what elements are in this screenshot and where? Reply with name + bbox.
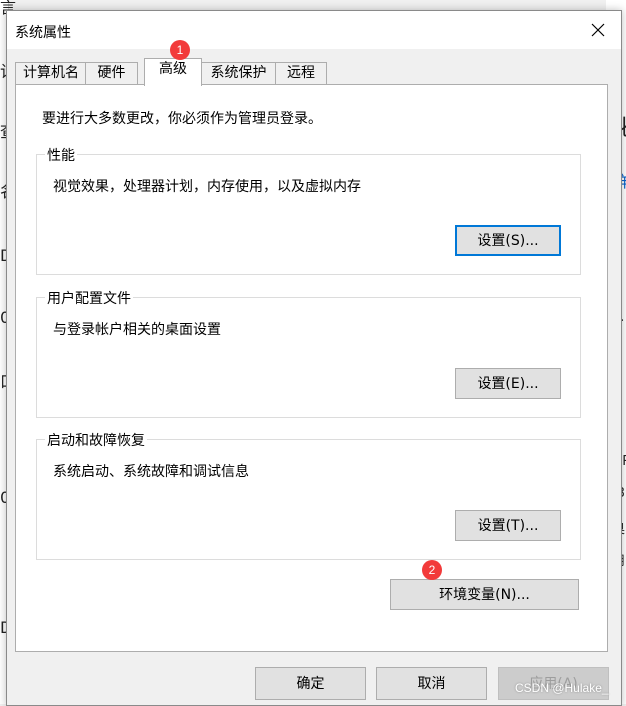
close-button[interactable]	[583, 17, 613, 43]
startup-recovery-label: 启动和故障恢复	[45, 430, 147, 450]
tab-hardware[interactable]: 硬件	[85, 62, 138, 84]
watermark: CSDN @Hulake_	[515, 681, 609, 695]
cancel-button[interactable]: 取消	[376, 667, 487, 700]
system-properties-dialog: 系统属性 计算机名 硬件 高级 系统保护 远程 要进行大多数更改，你必须作为管理…	[6, 10, 622, 706]
user-profiles-description: 与登录帐户相关的桌面设置	[53, 322, 221, 338]
close-icon	[591, 23, 605, 37]
ok-button[interactable]: 确定	[255, 667, 366, 700]
performance-description: 视觉效果，处理器计划，内存使用，以及虚拟内存	[53, 179, 361, 195]
startup-recovery-description: 系统启动、系统故障和调试信息	[53, 464, 249, 480]
performance-group: 性能 视觉效果，处理器计划，内存使用，以及虚拟内存 设置(S)...	[36, 145, 581, 275]
admin-note: 要进行大多数更改，你必须作为管理员登录。	[42, 111, 322, 127]
dialog-title: 系统属性	[15, 25, 71, 41]
user-profiles-settings-button[interactable]: 设置(E)...	[455, 368, 561, 399]
annotation-marker-1: 1	[170, 40, 190, 60]
environment-variables-button[interactable]: 环境变量(N)...	[390, 579, 579, 610]
tab-remote[interactable]: 远程	[275, 62, 327, 84]
user-profiles-group: 用户配置文件 与登录帐户相关的桌面设置 设置(E)...	[36, 288, 581, 418]
advanced-tab-panel: 要进行大多数更改，你必须作为管理员登录。 性能 视觉效果，处理器计划，内存使用，…	[15, 84, 608, 652]
annotation-marker-2: 2	[422, 560, 442, 580]
tab-advanced[interactable]: 高级	[144, 58, 202, 86]
startup-recovery-settings-button[interactable]: 设置(T)...	[455, 510, 561, 541]
performance-label: 性能	[45, 145, 77, 165]
user-profiles-label: 用户配置文件	[45, 288, 133, 308]
tab-system-protection[interactable]: 系统保护	[200, 62, 277, 84]
startup-recovery-group: 启动和故障恢复 系统启动、系统故障和调试信息 设置(T)...	[36, 430, 581, 560]
performance-settings-button[interactable]: 设置(S)...	[455, 225, 561, 256]
title-bar[interactable]: 系统属性	[7, 11, 621, 49]
tab-computer-name[interactable]: 计算机名	[15, 62, 87, 84]
